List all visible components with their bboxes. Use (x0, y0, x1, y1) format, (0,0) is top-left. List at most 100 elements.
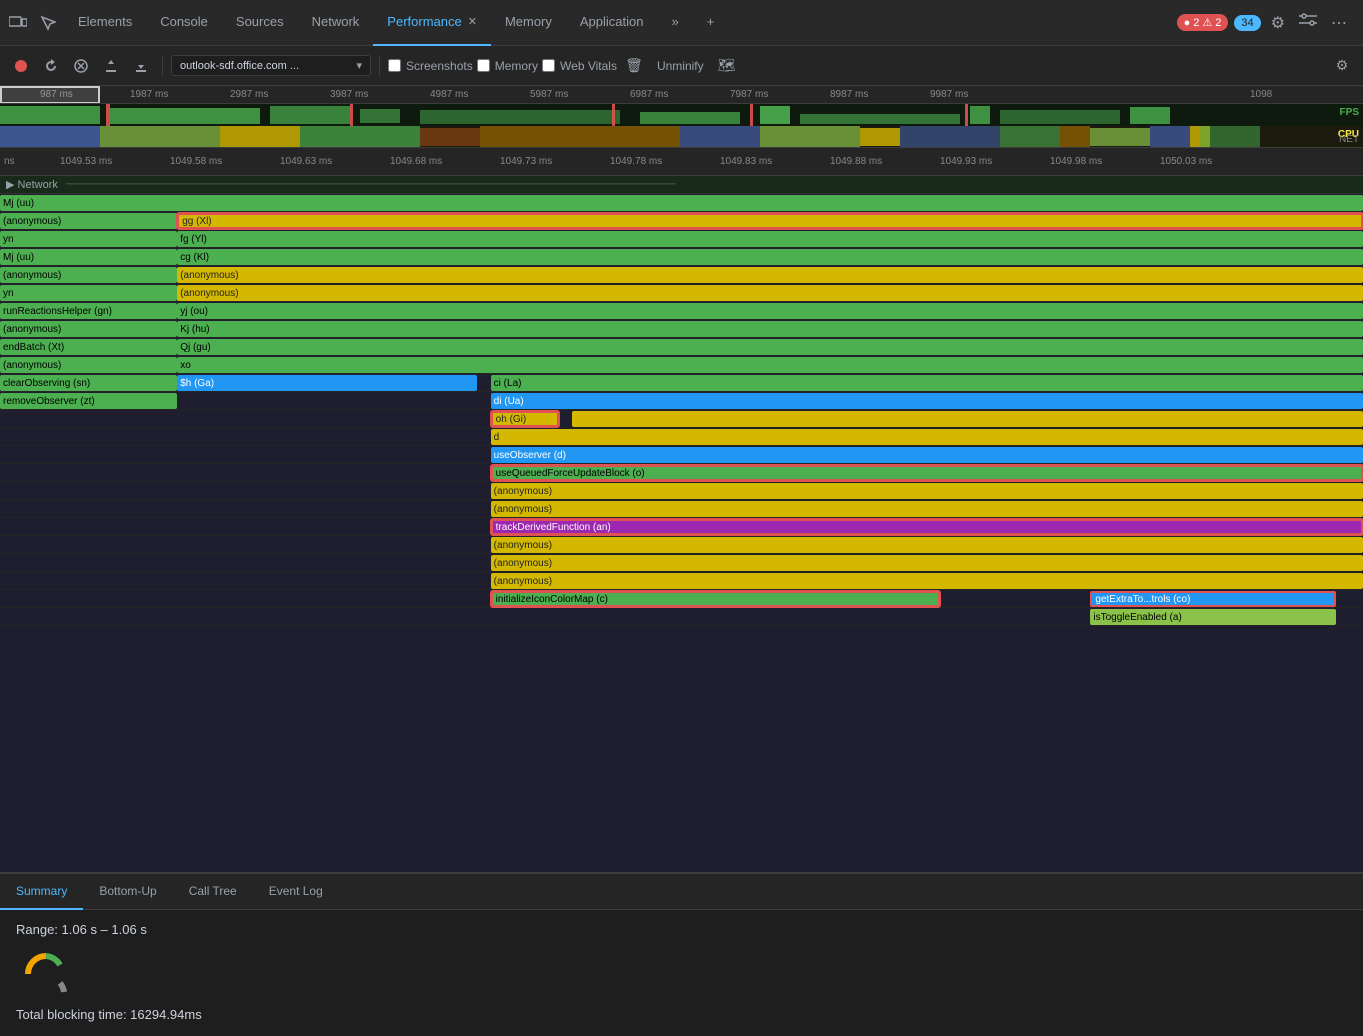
flame-block-mj-uu-label[interactable]: Mj (uu) (0, 249, 177, 265)
tab-add[interactable]: + (693, 0, 729, 46)
memory-checkbox-label[interactable]: Memory (477, 59, 538, 73)
flame-block-sh-ga[interactable]: $h (Ga) (177, 375, 477, 391)
flame-row-yn-1[interactable]: yn fg (Yl) (0, 230, 1363, 248)
flame-row-anonymous-2[interactable]: (anonymous) (anonymous) (0, 266, 1363, 284)
tab-close-icon[interactable]: ✕ (468, 15, 477, 28)
flame-block-di-ua[interactable]: di (Ua) (491, 393, 1363, 409)
flame-block-use-observer[interactable]: useObserver (d) (491, 447, 1363, 463)
flame-block-end-batch-label[interactable]: endBatch (Xt) (0, 339, 177, 355)
network-section-header[interactable]: ▶ Network ──────────────────────────────… (0, 176, 1363, 194)
flame-row-yn-2[interactable]: yn (anonymous) (0, 284, 1363, 302)
tab-performance[interactable]: Performance ✕ (373, 0, 491, 46)
memory-checkbox[interactable] (477, 59, 490, 72)
info-badge[interactable]: 34 (1234, 15, 1260, 31)
tab-event-log[interactable]: Event Log (253, 874, 339, 910)
flame-row-anonymous-6[interactable]: (anonymous) (0, 500, 1363, 518)
flame-block-mjuu[interactable]: Mj (uu) (0, 195, 1363, 211)
tab-console[interactable]: Console (146, 0, 222, 46)
flame-row-end-batch[interactable]: endBatch (Xt) Qj (gu) (0, 338, 1363, 356)
tab-more[interactable]: » (658, 0, 693, 46)
flame-block-anonymous-label-4[interactable]: (anonymous) (0, 357, 177, 373)
flame-block-anonymous-6[interactable]: (anonymous) (491, 501, 1363, 517)
flame-block-run-reactions-label[interactable]: runReactionsHelper (gn) (0, 303, 177, 319)
flame-block-is-toggle[interactable]: isToggleEnabled (a) (1090, 609, 1335, 625)
flame-block-xo[interactable]: xo (177, 357, 1363, 373)
flame-block-track-derived[interactable]: trackDerivedFunction (an) (491, 519, 1363, 535)
record-button[interactable] (8, 53, 34, 79)
flame-chart-scroll[interactable]: ▶ Network ──────────────────────────────… (0, 176, 1363, 872)
flame-row-mj-uu-top[interactable]: Mj (uu) (0, 194, 1363, 212)
flame-block-clear-observing-label[interactable]: clearObserving (sn) (0, 375, 177, 391)
flame-block-qj-gu[interactable]: Qj (gu) (177, 339, 1363, 355)
flame-block-oh-gi[interactable]: oh (Gi) (491, 411, 559, 427)
flame-block-anonymous-7[interactable]: (anonymous) (491, 537, 1363, 553)
flame-block-initialize-icon[interactable]: initializeIconColorMap (c) (491, 591, 941, 607)
customize-icon[interactable] (1295, 9, 1321, 36)
flame-row-anonymous-1[interactable]: (anonymous) gg (Xl) (0, 212, 1363, 230)
tab-call-tree[interactable]: Call Tree (173, 874, 253, 910)
settings-icon[interactable]: ⚙ (1267, 9, 1289, 37)
tab-memory[interactable]: Memory (491, 0, 566, 46)
web-vitals-checkbox-label[interactable]: Web Vitals (542, 59, 617, 73)
flame-row-anonymous-5[interactable]: (anonymous) (0, 482, 1363, 500)
flame-block-kj-hu[interactable]: Kj (hu) (177, 321, 1363, 337)
flame-block-anonymous-2[interactable]: (anonymous) (177, 267, 1363, 283)
flame-row-run-reactions[interactable]: runReactionsHelper (gn) yj (ou) (0, 302, 1363, 320)
screenshots-checkbox[interactable] (388, 59, 401, 72)
download-button[interactable] (128, 53, 154, 79)
flame-block-use-queued[interactable]: useQueuedForceUpdateBlock (o) (491, 465, 1363, 481)
flame-block-anonymous-8[interactable]: (anonymous) (491, 555, 1363, 571)
error-badge[interactable]: ● 2 ⚠ 2 (1177, 14, 1229, 31)
flame-row-initialize-icon[interactable]: initializeIconColorMap (c) getExtraTo...… (0, 590, 1363, 608)
flame-block-remove-observer-label[interactable]: removeObserver (zt) (0, 393, 177, 409)
unminify-button[interactable]: Unminify (651, 53, 710, 79)
device-toggle-icon[interactable] (4, 9, 32, 37)
flame-row-is-toggle[interactable]: isToggleEnabled (a) (0, 608, 1363, 626)
flame-block-anonymous-label-1[interactable]: (anonymous) (0, 213, 177, 229)
tab-sources[interactable]: Sources (222, 0, 298, 46)
unminify-icon[interactable]: 🗺 (714, 53, 740, 79)
flame-block-gg-xl[interactable]: gg (Xl) (177, 213, 1363, 229)
flame-row-track-derived[interactable]: trackDerivedFunction (an) (0, 518, 1363, 536)
flame-block-anonymous-label-3[interactable]: (anonymous) (0, 321, 177, 337)
flame-row-anonymous-9[interactable]: (anonymous) (0, 572, 1363, 590)
flame-row-anonymous-8[interactable]: (anonymous) (0, 554, 1363, 572)
flame-block-fg-yl[interactable]: fg (Yl) (177, 231, 1363, 247)
upload-button[interactable] (98, 53, 124, 79)
flame-block-yn-label-2[interactable]: yn (0, 285, 177, 301)
flame-block-anonymous-5[interactable]: (anonymous) (491, 483, 1363, 499)
flame-row-anonymous-4[interactable]: (anonymous) xo (0, 356, 1363, 374)
toolbar-settings-icon[interactable]: ⚙ (1329, 53, 1355, 79)
flame-block-anonymous-9[interactable]: (anonymous) (491, 573, 1363, 589)
inspect-icon[interactable] (34, 9, 62, 37)
flame-row-use-queued[interactable]: useQueuedForceUpdateBlock (o) (0, 464, 1363, 482)
flame-row-remove-observer[interactable]: removeObserver (zt) di (Ua) (0, 392, 1363, 410)
web-vitals-checkbox[interactable] (542, 59, 555, 72)
flame-block-cg-kl[interactable]: cg (Kl) (177, 249, 1363, 265)
clear-button[interactable] (68, 53, 94, 79)
flame-row-use-observer[interactable]: useObserver (d) (0, 446, 1363, 464)
tab-elements[interactable]: Elements (64, 0, 146, 46)
flame-block-anonymous-label-2[interactable]: (anonymous) (0, 267, 177, 283)
dropdown-icon[interactable]: ▾ (356, 59, 362, 72)
reload-record-button[interactable] (38, 53, 64, 79)
flame-block-anonymous-yn[interactable]: (anonymous) (177, 285, 1363, 301)
more-options-icon[interactable]: ⋯ (1327, 9, 1351, 37)
timeline-overview[interactable]: 987 ms 1987 ms 2987 ms 3987 ms 4987 ms 5… (0, 86, 1363, 148)
flame-row-anonymous-7[interactable]: (anonymous) (0, 536, 1363, 554)
trash-icon[interactable]: 🗑 (621, 53, 647, 79)
tab-network[interactable]: Network (298, 0, 374, 46)
flame-block-get-extra[interactable]: getExtraTo...trols (co) (1090, 591, 1335, 607)
flame-row-d[interactable]: d (0, 428, 1363, 446)
flame-row-anonymous-3[interactable]: (anonymous) Kj (hu) (0, 320, 1363, 338)
flame-block-yj-ou[interactable]: yj (ou) (177, 303, 1363, 319)
flame-block-yn-label-1[interactable]: yn (0, 231, 177, 247)
tab-bottom-up[interactable]: Bottom-Up (83, 874, 172, 910)
flame-block-d[interactable]: d (491, 429, 1363, 445)
flame-row-oh-gi[interactable]: oh (Gi) (0, 410, 1363, 428)
tab-application[interactable]: Application (566, 0, 658, 46)
flame-block-ci-la[interactable]: ci (La) (491, 375, 1363, 391)
flame-row-mj-uu-2[interactable]: Mj (uu) cg (Kl) (0, 248, 1363, 266)
tab-summary[interactable]: Summary (0, 874, 83, 910)
flame-row-clear-observing[interactable]: clearObserving (sn) $h (Ga) ci (La) (0, 374, 1363, 392)
